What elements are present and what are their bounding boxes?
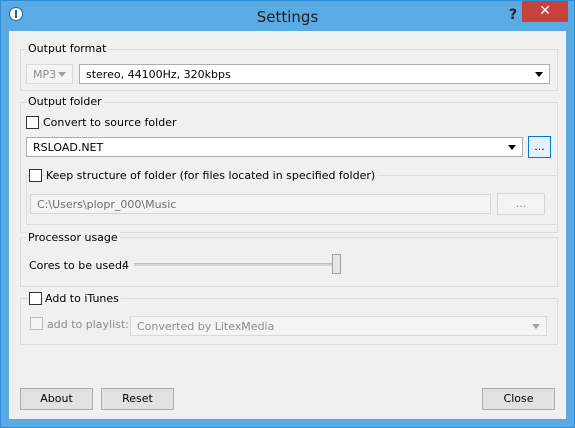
- output-folder-label: Output folder: [26, 95, 104, 108]
- about-button[interactable]: About: [20, 388, 93, 410]
- processor-usage-label: Processor usage: [26, 231, 120, 244]
- playlist-dropdown[interactable]: Converted by LitexMedia: [130, 316, 547, 336]
- quality-value: stereo, 44100Hz, 320kbps: [86, 68, 231, 81]
- format-value: MP3: [33, 68, 57, 81]
- convert-to-source-label: Convert to source folder: [43, 116, 177, 129]
- window-title: Settings: [256, 8, 319, 26]
- output-format-label: Output format: [26, 42, 109, 55]
- output-folder-combo[interactable]: RSLOAD.NET: [26, 137, 523, 157]
- cores-slider-track[interactable]: [134, 263, 341, 266]
- title-bar: Settings ? ✕: [1, 1, 574, 31]
- music-path-value: C:\Users\plopr_000\Music: [37, 198, 177, 211]
- browse-path-button[interactable]: ...: [497, 193, 545, 215]
- cores-value: 4: [122, 259, 129, 272]
- reset-button[interactable]: Reset: [101, 388, 174, 410]
- output-folder-value: RSLOAD.NET: [33, 141, 104, 154]
- music-path-field[interactable]: C:\Users\plopr_000\Music: [30, 194, 491, 214]
- add-to-playlist-label: add to playlist:: [47, 318, 129, 331]
- playlist-value: Converted by LitexMedia: [137, 320, 275, 333]
- quality-dropdown[interactable]: stereo, 44100Hz, 320kbps: [79, 64, 550, 84]
- settings-content: Output format MP3 stereo, 44100Hz, 320kb…: [9, 31, 566, 419]
- keep-structure-checkbox[interactable]: [29, 169, 42, 182]
- cores-slider-thumb[interactable]: [332, 254, 341, 274]
- chevron-down-icon: [535, 72, 543, 77]
- add-to-itunes-label: Add to iTunes: [45, 292, 121, 305]
- browse-folder-button[interactable]: ...: [528, 136, 551, 158]
- cores-label: Cores to be used:: [29, 259, 126, 272]
- close-button[interactable]: Close: [482, 388, 555, 410]
- format-dropdown[interactable]: MP3: [26, 64, 73, 84]
- add-to-itunes-checkbox[interactable]: [29, 292, 42, 305]
- chevron-down-icon: [532, 324, 540, 329]
- chevron-down-icon: [58, 72, 66, 77]
- keep-structure-label: Keep structure of folder (for files loca…: [46, 169, 378, 182]
- settings-window: Settings ? ✕ Output format MP3 stereo, 4…: [0, 0, 575, 428]
- window-close-button[interactable]: ✕: [522, 1, 568, 22]
- convert-to-source-checkbox[interactable]: [26, 116, 39, 129]
- chevron-down-icon: [508, 145, 516, 150]
- add-to-playlist-checkbox[interactable]: [30, 317, 43, 330]
